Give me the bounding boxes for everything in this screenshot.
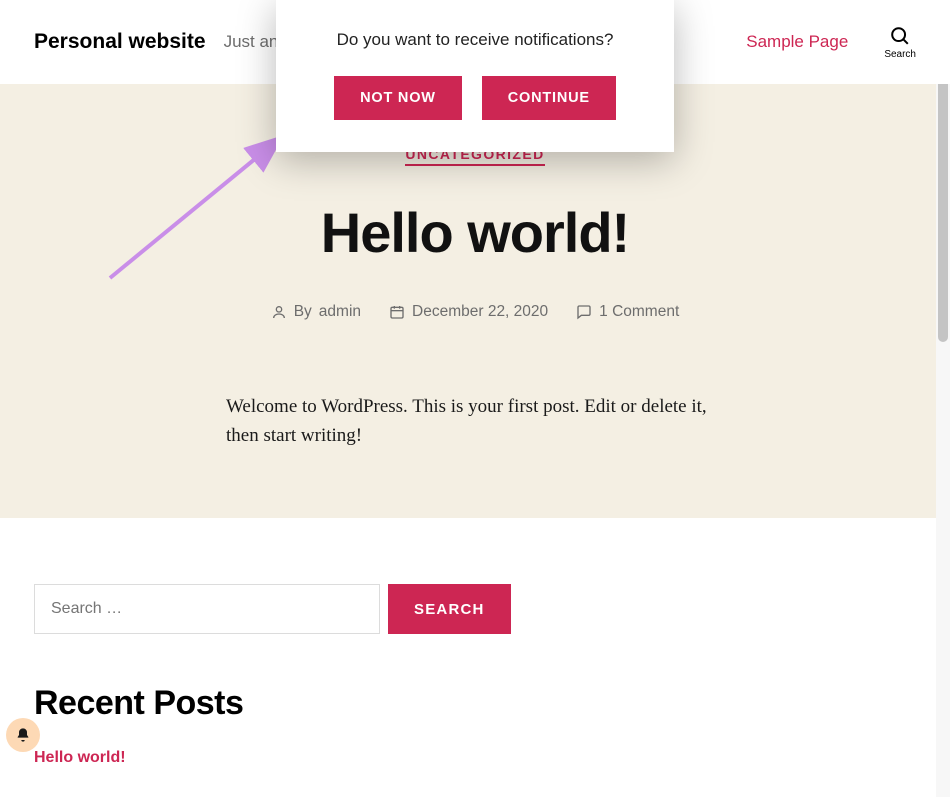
notification-question: Do you want to receive notifications? (314, 30, 636, 50)
recent-posts-heading: Recent Posts (34, 684, 916, 723)
comments-link[interactable]: 1 Comment (599, 303, 679, 321)
widget-area: SEARCH Recent Posts Hello world! (0, 518, 950, 797)
site-title[interactable]: Personal website (34, 30, 206, 54)
comment-icon (576, 304, 592, 320)
search-form: SEARCH (34, 584, 916, 634)
post-title[interactable]: Hello world! (0, 200, 950, 265)
not-now-button[interactable]: NOT NOW (334, 76, 462, 120)
author-link[interactable]: admin (319, 303, 361, 321)
post-date[interactable]: December 22, 2020 (412, 303, 548, 321)
notification-buttons: NOT NOW CONTINUE (314, 76, 636, 120)
post-excerpt: Welcome to WordPress. This is your first… (226, 393, 724, 450)
continue-button[interactable]: CONTINUE (482, 76, 616, 120)
meta-author: By admin (271, 303, 361, 321)
by-label: By (294, 303, 312, 321)
meta-date: December 22, 2020 (389, 303, 548, 321)
header-right: Sample Page Search (746, 25, 916, 60)
meta-comments: 1 Comment (576, 303, 679, 321)
notification-bell-badge[interactable] (6, 718, 40, 752)
search-input[interactable] (34, 584, 380, 634)
notification-modal: Do you want to receive notifications? NO… (276, 0, 674, 152)
scrollbar-track[interactable] (936, 0, 950, 797)
search-icon (889, 25, 911, 47)
post-meta: By admin December 22, 2020 1 Comment (0, 303, 950, 321)
calendar-icon (389, 304, 405, 320)
user-icon (271, 304, 287, 320)
recent-post-link[interactable]: Hello world! (34, 749, 126, 766)
bell-icon (15, 727, 31, 743)
search-toggle[interactable]: Search (884, 25, 916, 60)
search-submit-button[interactable]: SEARCH (388, 584, 511, 634)
nav-link-sample-page[interactable]: Sample Page (746, 32, 848, 52)
search-toggle-label: Search (884, 49, 916, 60)
